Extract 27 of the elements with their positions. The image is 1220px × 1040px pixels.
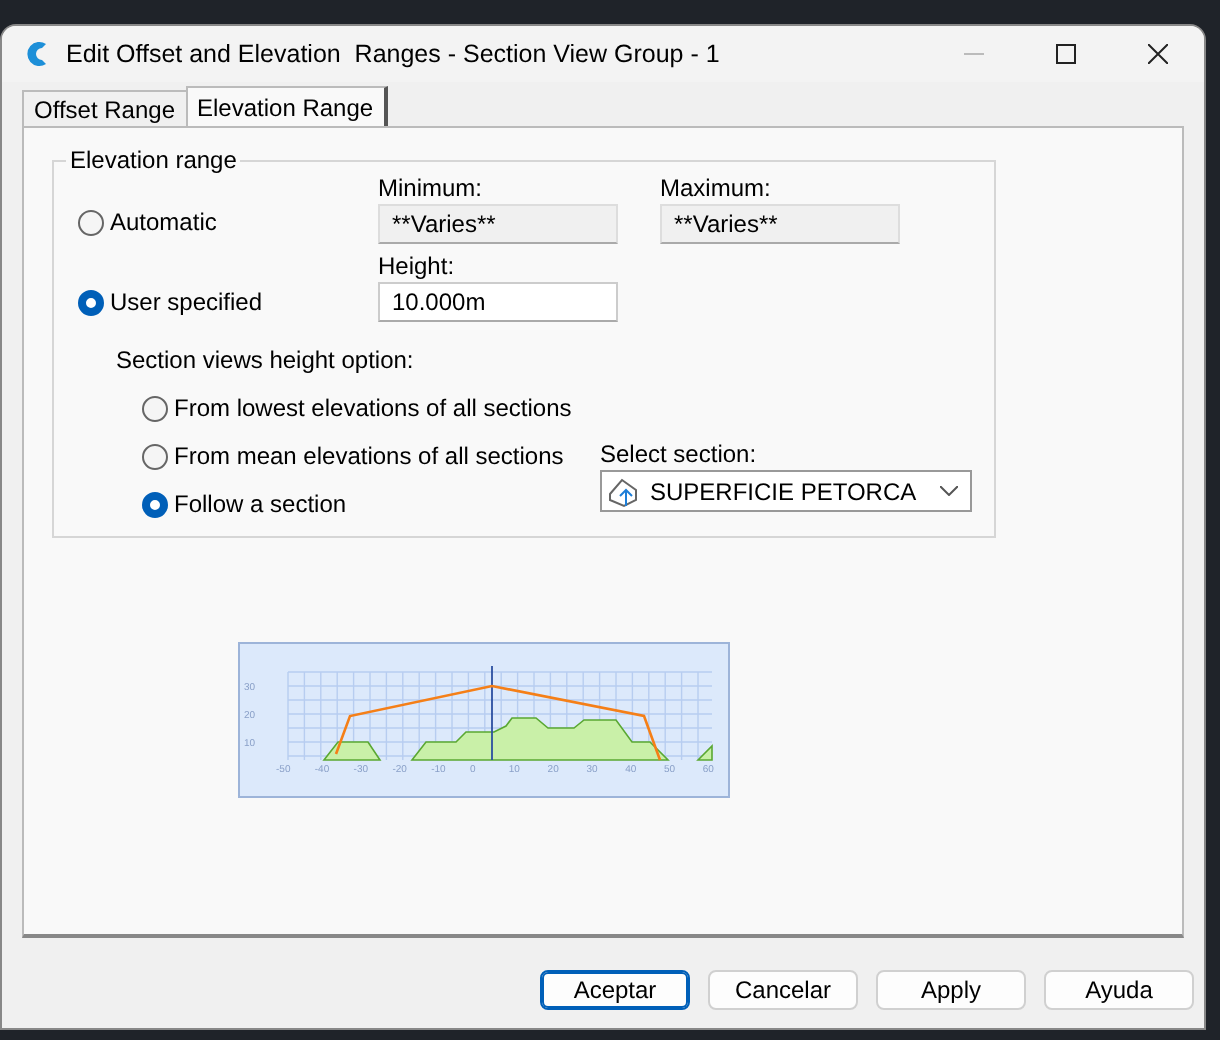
close-icon: [1148, 44, 1168, 64]
maximize-icon: [1056, 44, 1076, 64]
dialog-button[interactable]: Apply: [876, 970, 1026, 1010]
field-label: Height:: [378, 252, 457, 282]
app-logo-icon: [26, 40, 50, 68]
radio-button[interactable]: Automatic: [78, 202, 378, 242]
surface-icon: [608, 475, 640, 507]
minimize-icon: [964, 52, 984, 56]
field-label: Maximum:: [660, 174, 773, 204]
radio-button[interactable]: From lowest elevations of all sections: [142, 388, 600, 428]
dialog-button[interactable]: Cancelar: [708, 970, 858, 1010]
radio-button[interactable]: Follow a section: [142, 484, 600, 524]
section-label: Section views height option:: [116, 346, 414, 374]
field-label: Select section:: [600, 440, 759, 470]
radio-button[interactable]: User specified: [78, 282, 378, 322]
height-field[interactable]: 10.000m: [378, 282, 618, 322]
field-label: Minimum:: [378, 174, 485, 204]
caret-icon: [940, 486, 958, 496]
radio-button[interactable]: From mean elevations of all sections: [142, 436, 600, 476]
dialog-button[interactable]: Aceptar: [540, 970, 690, 1010]
tab[interactable]: Elevation Range: [185, 86, 388, 126]
section-dropdown[interactable]: SUPERFICIE PETORCA: [600, 470, 972, 512]
tab[interactable]: Offset Range: [22, 90, 187, 126]
window-title: Edit Offset and Elevation Ranges - Section View Group - 1: [66, 40, 722, 68]
dialog-button[interactable]: Ayuda: [1044, 970, 1194, 1010]
dropdown-value: SUPERFICIE PETORCA: [650, 477, 919, 505]
group-title: Elevation range: [68, 146, 239, 174]
